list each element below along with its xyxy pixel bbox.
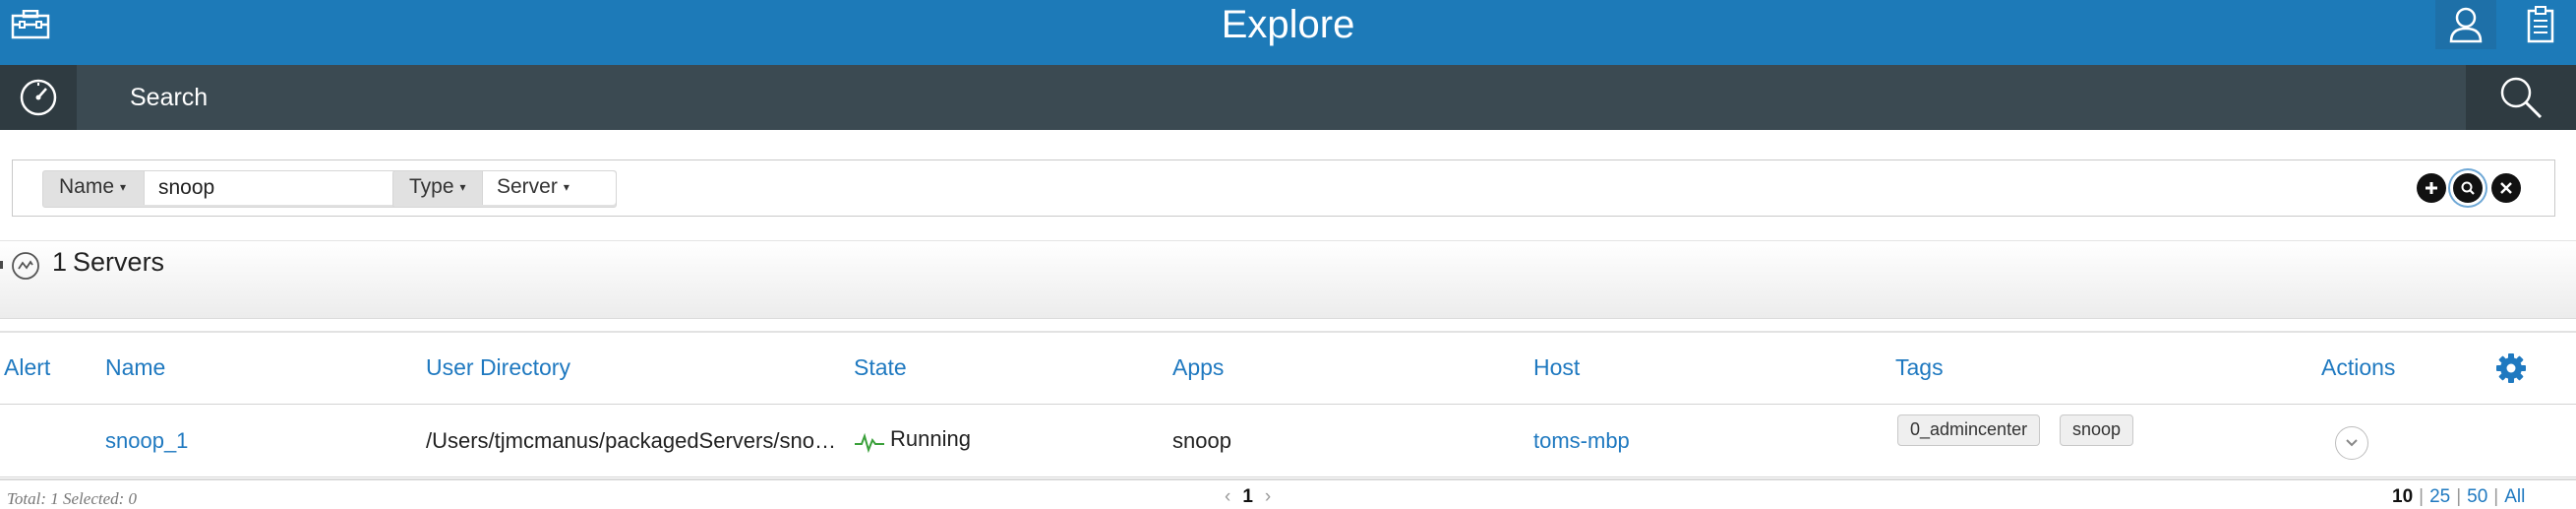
caret-down-icon: ▾ xyxy=(120,180,127,195)
clipboard-icon xyxy=(2527,6,2554,43)
filter-name-value-box[interactable] xyxy=(144,171,397,205)
column-apps[interactable]: Apps xyxy=(1172,354,1224,381)
heartbeat-icon xyxy=(855,432,884,454)
dashboard-button[interactable] xyxy=(0,65,77,130)
page-size-50[interactable]: 50 xyxy=(2467,486,2487,507)
filter-name-input[interactable] xyxy=(158,174,385,202)
current-page[interactable]: 1 xyxy=(1242,486,1253,507)
next-page-button[interactable]: › xyxy=(1265,486,1271,507)
search-icon xyxy=(2500,77,2543,119)
selection-summary: Total: 1 Selected: 0 xyxy=(7,489,138,508)
clipboard-button[interactable] xyxy=(2510,0,2571,49)
column-user-directory[interactable]: User Directory xyxy=(426,354,570,381)
table-row[interactable]: snoop_1 /Users/tjmcmanus/packagedServers… xyxy=(0,405,2576,477)
row-actions-button[interactable] xyxy=(2335,426,2368,460)
close-icon xyxy=(2500,182,2512,194)
row-user-directory: /Users/tjmcmanus/packagedServers/snoop/w… xyxy=(426,428,844,453)
server-group-icon xyxy=(12,252,39,280)
top-banner: Explore xyxy=(0,0,2576,65)
toggle-search-button[interactable] xyxy=(2466,65,2576,130)
table-footer: Total: 1 Selected: 0 ‹ 1 › 10 | 25 | 50 | All xyxy=(0,478,2576,508)
add-icon xyxy=(2426,182,2437,194)
search-title: Search xyxy=(130,84,209,111)
clear-search-button[interactable] xyxy=(2491,173,2521,203)
dashboard-icon xyxy=(20,79,57,116)
column-actions: Actions xyxy=(2321,354,2396,380)
row-apps: snoop xyxy=(1172,428,1231,453)
tag-badge[interactable]: snoop xyxy=(2060,414,2134,446)
filter-type-value[interactable]: Server ▾ xyxy=(497,175,569,199)
user-icon xyxy=(2449,7,2483,43)
user-button[interactable] xyxy=(2435,0,2496,49)
collapse-indicator xyxy=(0,261,3,269)
tag-badge[interactable]: 0_admincenter xyxy=(1897,414,2041,446)
column-tags[interactable]: Tags xyxy=(1895,354,1944,381)
search-icon xyxy=(2461,181,2475,195)
search-toolbar: Search xyxy=(0,65,2576,130)
filter-type-key[interactable]: Type ▾ xyxy=(409,175,466,199)
column-state[interactable]: State xyxy=(854,354,907,381)
gear-icon[interactable] xyxy=(2495,352,2527,384)
table-header: Alert Name User Directory State Apps Hos… xyxy=(0,333,2576,405)
prev-page-button[interactable]: ‹ xyxy=(1225,486,1230,507)
filter-type-value-box[interactable]: Server ▾ xyxy=(482,171,616,205)
results-group-header[interactable]: 1 Servers xyxy=(0,240,2576,319)
filter-name-key[interactable]: Name ▾ xyxy=(59,175,126,199)
page-size-all[interactable]: All xyxy=(2504,486,2525,507)
column-host[interactable]: Host xyxy=(1533,354,1580,381)
column-name[interactable]: Name xyxy=(105,354,165,381)
caret-down-icon: ▾ xyxy=(459,180,466,195)
filter-name[interactable]: Name ▾ xyxy=(42,170,398,208)
row-host-link[interactable]: toms-mbp xyxy=(1533,428,1630,454)
chevron-down-icon xyxy=(2346,439,2358,447)
column-alert[interactable]: Alert xyxy=(4,354,50,381)
page-size-10[interactable]: 10 xyxy=(2392,486,2413,507)
add-filter-button[interactable] xyxy=(2417,173,2446,203)
row-name-link[interactable]: snoop_1 xyxy=(105,428,188,454)
row-state: Running xyxy=(890,426,971,451)
caret-down-icon: ▾ xyxy=(563,180,569,195)
page-title: Explore xyxy=(1221,3,1355,46)
results-count: 1 Servers xyxy=(52,247,165,277)
run-search-button[interactable] xyxy=(2453,173,2483,203)
filter-type[interactable]: Type ▾ Server ▾ xyxy=(392,170,617,208)
page-size-25[interactable]: 25 xyxy=(2429,486,2450,507)
search-filter-bar: Name▾ Type▾ Server▾ xyxy=(12,159,2555,217)
